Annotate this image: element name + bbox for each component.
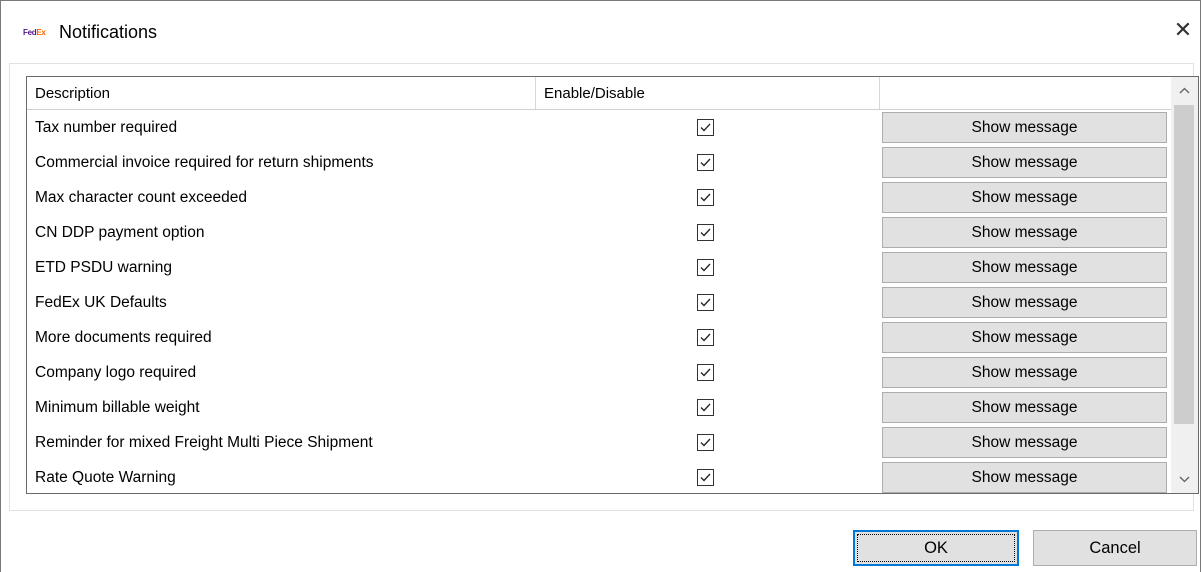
- notification-description: Max character count exceeded: [35, 189, 247, 206]
- enable-checkbox[interactable]: [697, 399, 714, 416]
- show-message-button[interactable]: Show message: [882, 112, 1167, 143]
- chevron-down-icon: [1179, 476, 1190, 483]
- checkbox-checked-icon: [700, 228, 711, 237]
- table-row: Tax number required Show message: [27, 110, 1171, 145]
- notification-description: Reminder for mixed Freight Multi Piece S…: [35, 434, 373, 451]
- scroll-down-button[interactable]: [1171, 466, 1198, 493]
- enable-checkbox[interactable]: [697, 189, 714, 206]
- checkbox-checked-icon: [700, 298, 711, 307]
- window-title: Notifications: [59, 22, 158, 42]
- show-message-button[interactable]: Show message: [882, 252, 1167, 283]
- table-row: CN DDP payment option Show message: [27, 215, 1171, 250]
- enable-checkbox[interactable]: [697, 119, 714, 136]
- notification-description: More documents required: [35, 329, 212, 346]
- notification-description: FedEx UK Defaults: [35, 294, 167, 311]
- show-message-button[interactable]: Show message: [882, 427, 1167, 458]
- scroll-up-button[interactable]: [1171, 77, 1198, 104]
- notification-description: Tax number required: [35, 119, 178, 136]
- fedex-logo-icon: FedEx: [23, 28, 46, 37]
- vertical-scrollbar[interactable]: [1171, 77, 1198, 493]
- enable-checkbox[interactable]: [697, 154, 714, 171]
- show-message-button[interactable]: Show message: [882, 287, 1167, 318]
- scrollbar-thumb[interactable]: [1174, 105, 1194, 424]
- ok-button[interactable]: OK: [853, 530, 1019, 566]
- enable-checkbox[interactable]: [697, 434, 714, 451]
- notification-description: ETD PSDU warning: [35, 259, 172, 276]
- show-message-button[interactable]: Show message: [882, 392, 1167, 423]
- table-row: Reminder for mixed Freight Multi Piece S…: [27, 425, 1171, 460]
- notifications-grid: Description Enable/Disable Tax number re…: [26, 76, 1199, 494]
- checkbox-checked-icon: [700, 193, 711, 202]
- title-bar: FedEx Notifications ✕: [1, 1, 1200, 61]
- notification-description: Commercial invoice required for return s…: [35, 154, 374, 171]
- checkbox-checked-icon: [700, 368, 711, 377]
- notification-description: Rate Quote Warning: [35, 469, 176, 486]
- checkbox-checked-icon: [700, 158, 711, 167]
- enable-checkbox[interactable]: [697, 224, 714, 241]
- checkbox-checked-icon: [700, 123, 711, 132]
- table-row: Commercial invoice required for return s…: [27, 145, 1171, 180]
- notification-description: Company logo required: [35, 364, 197, 381]
- show-message-button[interactable]: Show message: [882, 217, 1167, 248]
- table-row: Rate Quote Warning Show message: [27, 460, 1171, 493]
- enable-checkbox[interactable]: [697, 259, 714, 276]
- logo-ex-text: Ex: [36, 28, 46, 37]
- table-row: Max character count exceeded Show message: [27, 180, 1171, 215]
- ok-button-label: OK: [857, 534, 1015, 562]
- grid-header: Description Enable/Disable: [27, 77, 1171, 110]
- table-row: Minimum billable weight Show message: [27, 390, 1171, 425]
- logo-fed-text: Fed: [23, 28, 37, 37]
- chevron-up-icon: [1179, 87, 1190, 94]
- enable-checkbox[interactable]: [697, 294, 714, 311]
- close-button[interactable]: ✕: [1168, 15, 1198, 45]
- notification-description: Minimum billable weight: [35, 399, 200, 416]
- enable-checkbox[interactable]: [697, 329, 714, 346]
- checkbox-checked-icon: [700, 473, 711, 482]
- column-header-enable-disable[interactable]: Enable/Disable: [536, 77, 880, 109]
- checkbox-checked-icon: [700, 263, 711, 272]
- checkbox-checked-icon: [700, 333, 711, 342]
- show-message-button[interactable]: Show message: [882, 147, 1167, 178]
- checkbox-checked-icon: [700, 438, 711, 447]
- enable-checkbox[interactable]: [697, 364, 714, 381]
- close-icon: ✕: [1173, 17, 1193, 42]
- notification-description: CN DDP payment option: [35, 224, 205, 241]
- table-row: Company logo required Show message: [27, 355, 1171, 390]
- cancel-button[interactable]: Cancel: [1033, 530, 1197, 566]
- show-message-button[interactable]: Show message: [882, 462, 1167, 493]
- show-message-button[interactable]: Show message: [882, 182, 1167, 213]
- show-message-button[interactable]: Show message: [882, 322, 1167, 353]
- table-row: ETD PSDU warning Show message: [27, 250, 1171, 285]
- column-header-actions: [880, 77, 1171, 109]
- enable-checkbox[interactable]: [697, 469, 714, 486]
- table-row: More documents required Show message: [27, 320, 1171, 355]
- checkbox-checked-icon: [700, 403, 711, 412]
- table-row: FedEx UK Defaults Show message: [27, 285, 1171, 320]
- column-header-description[interactable]: Description: [27, 77, 536, 109]
- show-message-button[interactable]: Show message: [882, 357, 1167, 388]
